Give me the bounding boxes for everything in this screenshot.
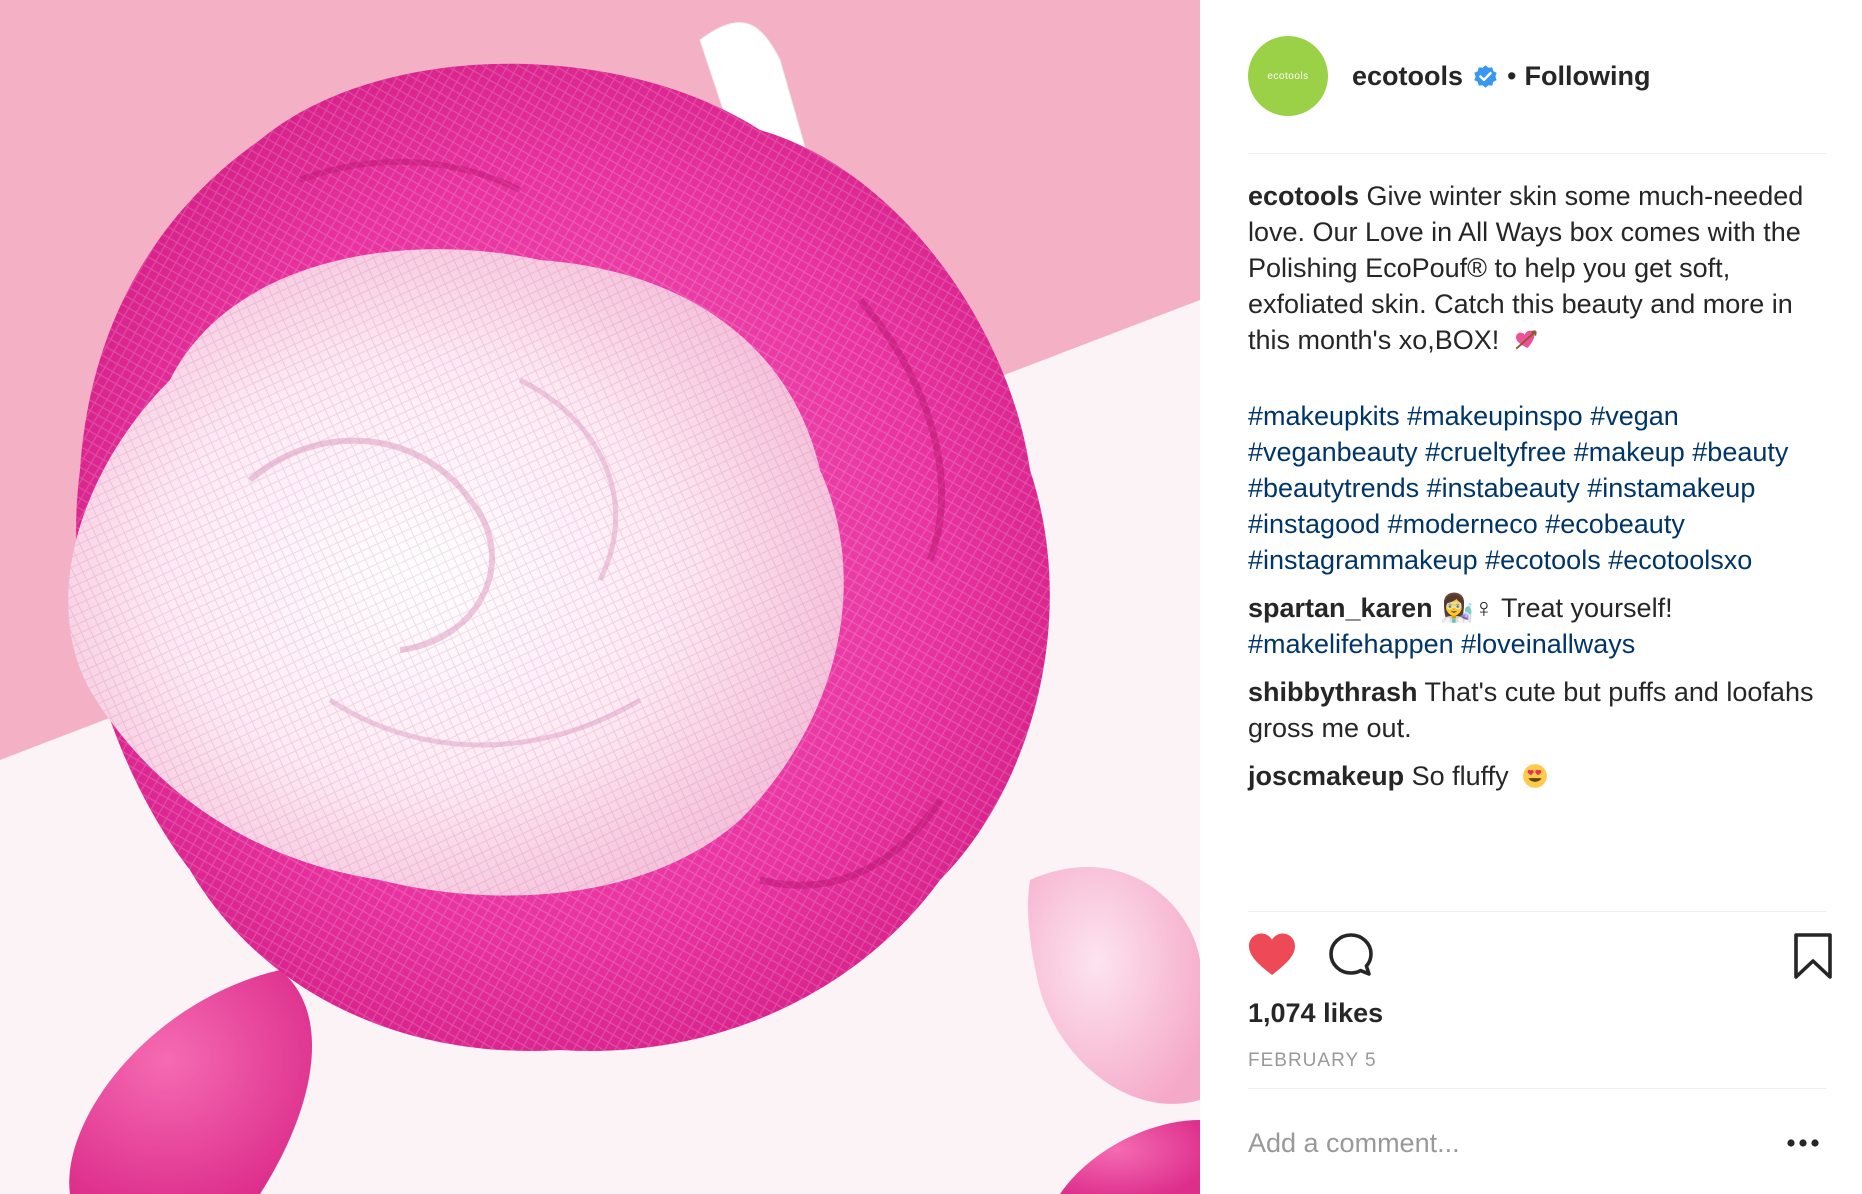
comment-bubble-icon[interactable]: [1328, 932, 1374, 983]
more-options-icon[interactable]: [1786, 1133, 1820, 1153]
likes-count[interactable]: 1,074 likes: [1248, 998, 1383, 1029]
comment-hashtags[interactable]: #makelifehappen #loveinallways: [1248, 629, 1635, 659]
action-bar: [1248, 932, 1832, 983]
verified-badge-icon: [1472, 63, 1499, 90]
comment-item: spartan_karen 👩‍🔬♀ Treat yourself! #make…: [1248, 590, 1826, 662]
avatar[interactable]: ecotools: [1248, 36, 1328, 116]
caption-hashtags[interactable]: #makeupkits #makeupinspo #vegan #veganbe…: [1248, 398, 1826, 578]
caption-username[interactable]: ecotools: [1248, 181, 1359, 211]
loofah-image: [0, 0, 1200, 1194]
comment-text: Treat yourself!: [1501, 593, 1673, 623]
like-heart-icon[interactable]: [1248, 932, 1296, 983]
caption: ecotools Give winter skin some much-need…: [1248, 178, 1826, 578]
add-comment-input[interactable]: Add a comment...: [1248, 1128, 1460, 1159]
heart-eyes-emoji-icon: [1522, 762, 1548, 798]
comment-emoji: 👩‍🔬♀: [1440, 593, 1494, 623]
post-panel: ecotools ecotools • Following ecotools G…: [1200, 0, 1862, 1194]
comment-input-divider: [1248, 1088, 1826, 1089]
actions-divider: [1248, 911, 1826, 912]
post-date[interactable]: FEBRUARY 5: [1248, 1050, 1377, 1072]
comment-text: So fluffy: [1411, 761, 1509, 791]
comment-item: joscmakeup So fluffy: [1248, 758, 1826, 798]
comment-username[interactable]: spartan_karen: [1248, 593, 1433, 623]
header-separator: •: [1507, 60, 1517, 91]
comment-username[interactable]: joscmakeup: [1248, 761, 1404, 791]
following-button[interactable]: Following: [1524, 61, 1650, 92]
post-header: ecotools ecotools • Following: [1248, 36, 1826, 154]
header-username[interactable]: ecotools: [1352, 61, 1463, 92]
avatar-logo-text: ecotools: [1267, 70, 1309, 82]
comment-username[interactable]: shibbythrash: [1248, 677, 1418, 707]
post-photo[interactable]: [0, 0, 1200, 1194]
header-text: ecotools • Following: [1352, 36, 1650, 116]
bookmark-icon[interactable]: [1793, 932, 1833, 985]
heart-with-arrow-emoji-icon: [1513, 326, 1539, 362]
comment-item: shibbythrash That's cute but puffs and l…: [1248, 674, 1826, 746]
comments-section: ecotools Give winter skin some much-need…: [1248, 178, 1826, 810]
